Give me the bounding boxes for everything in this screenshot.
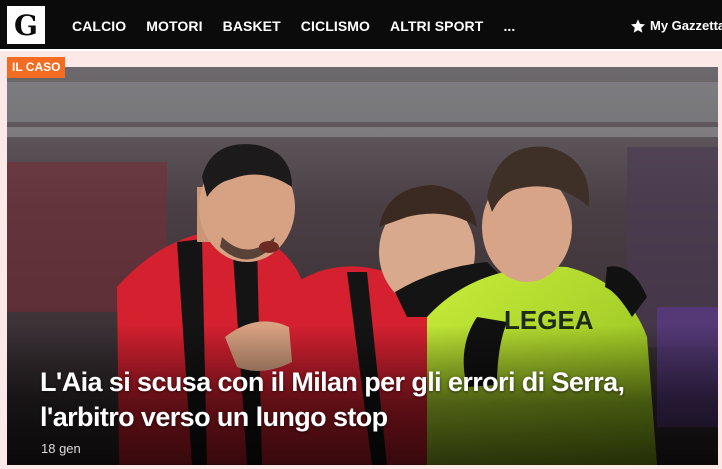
top-navigation-bar: G CALCIO MOTORI BASKET CICLISMO ALTRI SP… xyxy=(0,0,722,51)
star-icon xyxy=(631,18,645,33)
headline-line-1[interactable]: L'Aia si scusa con il Milan per gli erro… xyxy=(40,365,680,400)
nav-item-more[interactable]: ... xyxy=(503,18,515,34)
main-nav: CALCIO MOTORI BASKET CICLISMO ALTRI SPOR… xyxy=(62,0,525,51)
nav-item-ciclismo[interactable]: CICLISMO xyxy=(301,18,370,34)
my-gazzetta-link[interactable]: My Gazzetta xyxy=(622,0,722,51)
nav-item-altri-sport[interactable]: ALTRI SPORT xyxy=(390,18,483,34)
nav-item-calcio[interactable]: CALCIO xyxy=(72,18,126,34)
nav-item-motori[interactable]: MOTORI xyxy=(146,18,202,34)
article-date: 18 gen xyxy=(41,441,81,456)
category-badge: IL CASO xyxy=(7,57,66,78)
gazzetta-logo[interactable]: G xyxy=(7,6,45,44)
my-gazzetta-label: My Gazzetta xyxy=(650,18,722,33)
nav-item-basket[interactable]: BASKET xyxy=(223,18,281,34)
article-headline[interactable]: L'Aia si scusa con il Milan per gli erro… xyxy=(40,365,680,435)
headline-line-2[interactable]: l'arbitro verso un lungo stop xyxy=(40,400,680,435)
